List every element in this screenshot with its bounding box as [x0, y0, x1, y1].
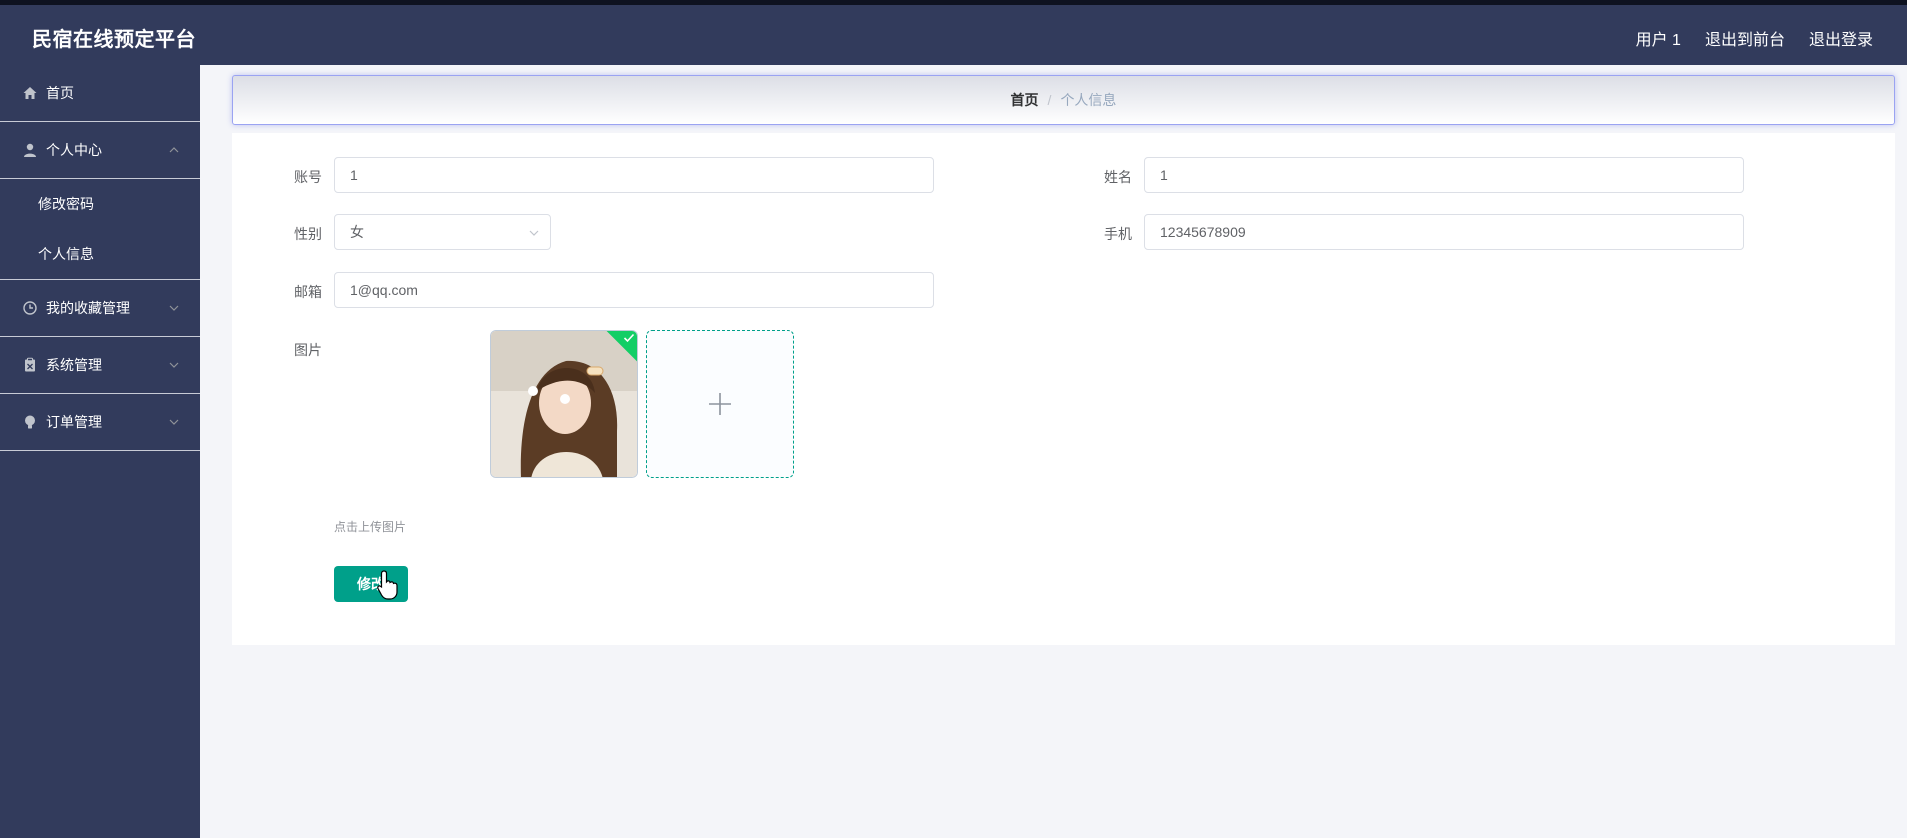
upload-hint: 点击上传图片 — [334, 520, 407, 534]
account-input[interactable]: 1 — [334, 157, 934, 193]
clipboard-icon — [22, 357, 38, 373]
sidebar-item-system[interactable]: 系统管理 — [0, 337, 200, 394]
image-label: 图片 — [294, 342, 322, 358]
sidebar-item-label: 首页 — [46, 85, 74, 101]
home-icon — [22, 85, 38, 101]
logout-link[interactable]: 退出登录 — [1809, 26, 1873, 50]
clock-icon — [22, 300, 38, 316]
chevron-down-icon — [529, 230, 539, 236]
account-value: 1 — [350, 167, 358, 183]
phone-value: 12345678909 — [1160, 224, 1246, 240]
phone-input[interactable]: 12345678909 — [1144, 214, 1744, 250]
gender-label: 性别 — [294, 226, 322, 242]
app-title: 民宿在线预定平台 — [32, 29, 196, 51]
name-label: 姓名 — [1104, 169, 1132, 185]
sidebar-item-orders[interactable]: 订单管理 — [0, 394, 200, 451]
person-icon — [22, 142, 38, 158]
sidebar-item-label: 订单管理 — [46, 414, 102, 430]
uploaded-image-thumbnail[interactable] — [490, 330, 638, 478]
sidebar-item-home[interactable]: 首页 — [0, 65, 200, 122]
profile-form: 账号 1 姓名 1 性别 女 手机 12345678909 邮箱 1@qq.co… — [232, 133, 1895, 645]
plus-icon — [709, 393, 731, 415]
submit-button[interactable]: 修改 — [334, 566, 408, 602]
chevron-down-icon — [169, 362, 179, 368]
breadcrumb-home[interactable]: 首页 — [1011, 90, 1039, 110]
account-label: 账号 — [294, 169, 322, 185]
name-input[interactable]: 1 — [1144, 157, 1744, 193]
image-upload-button[interactable] — [646, 330, 794, 478]
email-value: 1@qq.com — [350, 282, 418, 298]
sidebar-item-label: 个人中心 — [46, 142, 102, 158]
breadcrumb: 首页 / 个人信息 — [232, 75, 1895, 125]
sidebar-item-label: 我的收藏管理 — [46, 300, 130, 316]
sidebar: 首页 个人中心 修改密码 个人信息 我的收藏管理 系统管理 订单管理 — [0, 65, 200, 838]
header-links: 用户 1 退出到前台 退出登录 — [1636, 26, 1873, 50]
sidebar-item-label: 系统管理 — [46, 357, 102, 373]
chevron-down-icon — [169, 419, 179, 425]
chevron-up-icon — [169, 147, 179, 153]
top-bar: 民宿在线预定平台 用户 1 退出到前台 退出登录 — [0, 0, 1907, 65]
exit-to-frontend-link[interactable]: 退出到前台 — [1705, 26, 1785, 50]
email-input[interactable]: 1@qq.com — [334, 272, 934, 308]
current-user-link[interactable]: 用户 1 — [1636, 26, 1681, 50]
gender-value: 女 — [350, 224, 364, 240]
email-label: 邮箱 — [294, 284, 322, 300]
phone-label: 手机 — [1104, 226, 1132, 242]
gender-select[interactable]: 女 — [334, 214, 551, 250]
name-value: 1 — [1160, 167, 1168, 183]
breadcrumb-separator: / — [1047, 92, 1052, 108]
sidebar-item-change-password[interactable]: 修改密码 — [0, 179, 200, 229]
profile-photo — [491, 331, 637, 477]
sidebar-item-personal-center[interactable]: 个人中心 — [0, 122, 200, 179]
personal-center-submenu: 修改密码 个人信息 — [0, 179, 200, 280]
chevron-down-icon — [169, 305, 179, 311]
breadcrumb-current: 个人信息 — [1060, 92, 1117, 108]
sidebar-item-favorites[interactable]: 我的收藏管理 — [0, 280, 200, 337]
sidebar-item-personal-info[interactable]: 个人信息 — [0, 229, 200, 279]
check-icon — [623, 333, 635, 343]
lightbulb-icon — [22, 414, 38, 430]
